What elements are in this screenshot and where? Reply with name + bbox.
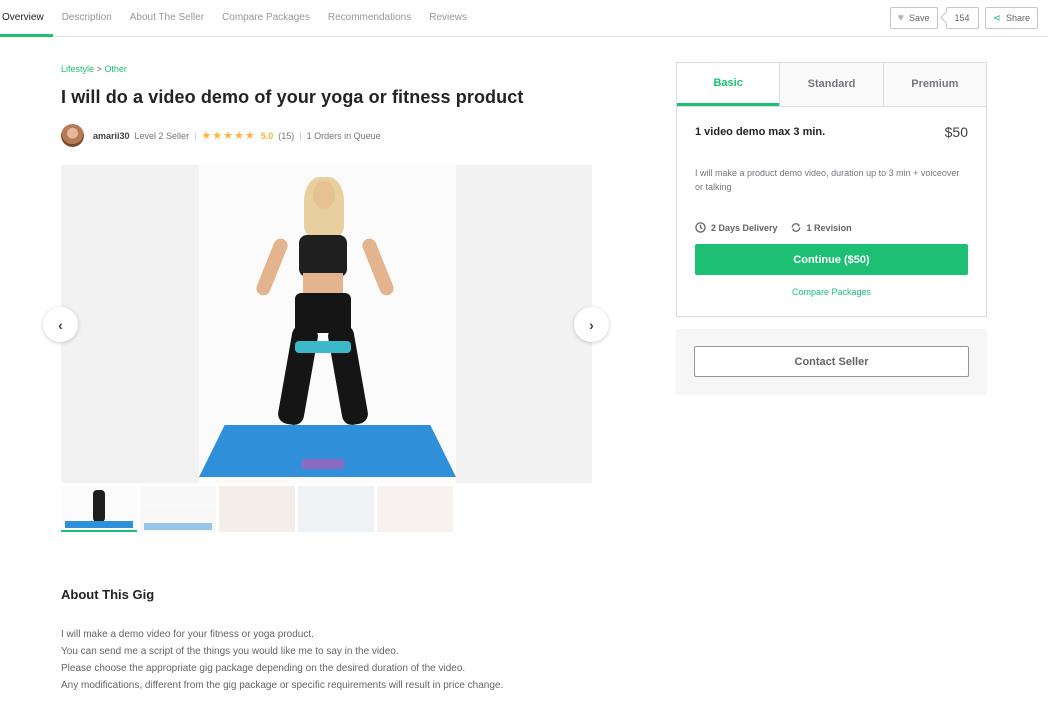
section-tabs: Overview Description About The Seller Co… <box>0 0 476 37</box>
about-line: You can send me a script of the things y… <box>61 646 399 657</box>
tab-description[interactable]: Description <box>53 0 121 37</box>
package-price: $50 <box>944 124 968 140</box>
chevron-right-icon: › <box>589 316 594 333</box>
next-image-button[interactable]: › <box>574 307 609 342</box>
clock-icon <box>695 222 706 233</box>
tab-recommendations[interactable]: Recommendations <box>319 0 420 37</box>
save-label: Save <box>909 13 930 23</box>
tab-reviews[interactable]: Reviews <box>420 0 476 37</box>
previous-image-button[interactable]: ‹ <box>43 307 78 342</box>
seller-level: Level 2 Seller <box>134 130 190 141</box>
figure-head <box>313 181 335 209</box>
seller-overview: amarii30 Level 2 Seller | ★★★★★ 5.0 (15)… <box>61 124 381 147</box>
gig-main-image <box>199 165 456 483</box>
about-gig-heading: About This Gig <box>61 587 155 602</box>
yoga-mat <box>199 425 456 477</box>
package-header: 1 video demo max 3 min. $50 <box>695 124 968 140</box>
about-line: Please choose the appropriate gig packag… <box>61 663 466 674</box>
contact-seller-panel: Contact Seller <box>676 329 987 395</box>
continue-button[interactable]: Continue ($50) <box>695 244 968 275</box>
thumbnail-mat <box>144 523 212 530</box>
thumbnail-4[interactable] <box>298 486 374 532</box>
thumbnail-mat <box>65 521 133 528</box>
gig-title: I will do a video demo of your yoga or f… <box>61 87 524 107</box>
breadcrumb-other[interactable]: Other <box>104 64 127 74</box>
tab-premium[interactable]: Premium <box>882 63 986 106</box>
breadcrumb-lifestyle[interactable]: Lifestyle <box>61 64 94 74</box>
breadcrumb: Lifestyle > Other <box>61 64 127 74</box>
tab-standard[interactable]: Standard <box>779 63 883 106</box>
about-line: I will make a demo video for your fitnes… <box>61 629 314 640</box>
review-count[interactable]: (15) <box>278 131 294 141</box>
figure-arm-left <box>254 236 290 298</box>
band-on-mat <box>302 459 344 469</box>
share-label: Share <box>1005 13 1030 23</box>
refresh-icon <box>791 223 800 232</box>
divider: | <box>194 130 197 141</box>
gig-navigation-bar: Overview Description About The Seller Co… <box>0 0 1048 37</box>
package-tabs: Basic Standard Premium <box>677 63 986 107</box>
gig-actions: ♥ Save 154 ⋖ Share <box>889 7 1038 29</box>
thumbnail-2[interactable] <box>140 486 216 532</box>
thumbnail-1[interactable] <box>61 486 137 532</box>
gallery-thumbnails <box>61 486 453 532</box>
revision-label: 1 Revision <box>806 222 852 233</box>
figure-torso <box>299 235 347 277</box>
delivery-label: 2 Days Delivery <box>711 222 778 233</box>
breadcrumb-separator: > <box>96 64 102 74</box>
heart-icon: ♥ <box>897 12 905 24</box>
figure-leg-right <box>326 323 370 427</box>
figure-midriff <box>303 273 343 295</box>
chevron-left-icon: ‹ <box>58 316 63 333</box>
about-gig-description: I will make a demo video for your fitnes… <box>61 626 503 694</box>
thumbnail-5[interactable] <box>377 486 453 532</box>
avatar[interactable] <box>61 124 84 147</box>
delivery-time: 2 Days Delivery <box>695 222 778 233</box>
thumbnail-figure <box>93 490 105 522</box>
tab-compare-packages[interactable]: Compare Packages <box>213 0 319 37</box>
thumbnail-3[interactable] <box>219 486 295 532</box>
package-name: 1 video demo max 3 min. <box>695 126 826 138</box>
compare-packages-link[interactable]: Compare Packages <box>677 287 986 297</box>
package-card: Basic Standard Premium 1 video demo max … <box>676 62 987 317</box>
contact-seller-button[interactable]: Contact Seller <box>694 346 969 377</box>
seller-name[interactable]: amarii30 <box>93 131 130 141</box>
figure-leg-left <box>276 323 320 427</box>
figure-arm-right <box>360 236 396 298</box>
revisions: 1 Revision <box>790 222 852 233</box>
about-line: Any modifications, different from the gi… <box>61 680 504 691</box>
tab-about-the-seller[interactable]: About The Seller <box>121 0 213 37</box>
package-description: I will make a product demo video, durati… <box>695 168 960 192</box>
tab-overview[interactable]: Overview <box>0 0 53 37</box>
share-button[interactable]: ⋖ Share <box>984 7 1038 29</box>
gig-gallery <box>61 165 592 483</box>
resistance-band <box>295 341 351 353</box>
divider: | <box>299 130 302 141</box>
save-count: 154 <box>945 7 979 29</box>
rating-score: 5.0 <box>260 130 274 141</box>
save-button[interactable]: ♥ Save <box>889 7 938 29</box>
orders-in-queue: 1 Orders in Queue <box>306 130 381 141</box>
share-icon: ⋖ <box>992 12 1001 24</box>
package-meta: 2 Days Delivery 1 Revision <box>695 222 852 233</box>
tab-basic[interactable]: Basic <box>677 63 780 106</box>
star-rating-icon: ★★★★★ <box>201 130 256 142</box>
